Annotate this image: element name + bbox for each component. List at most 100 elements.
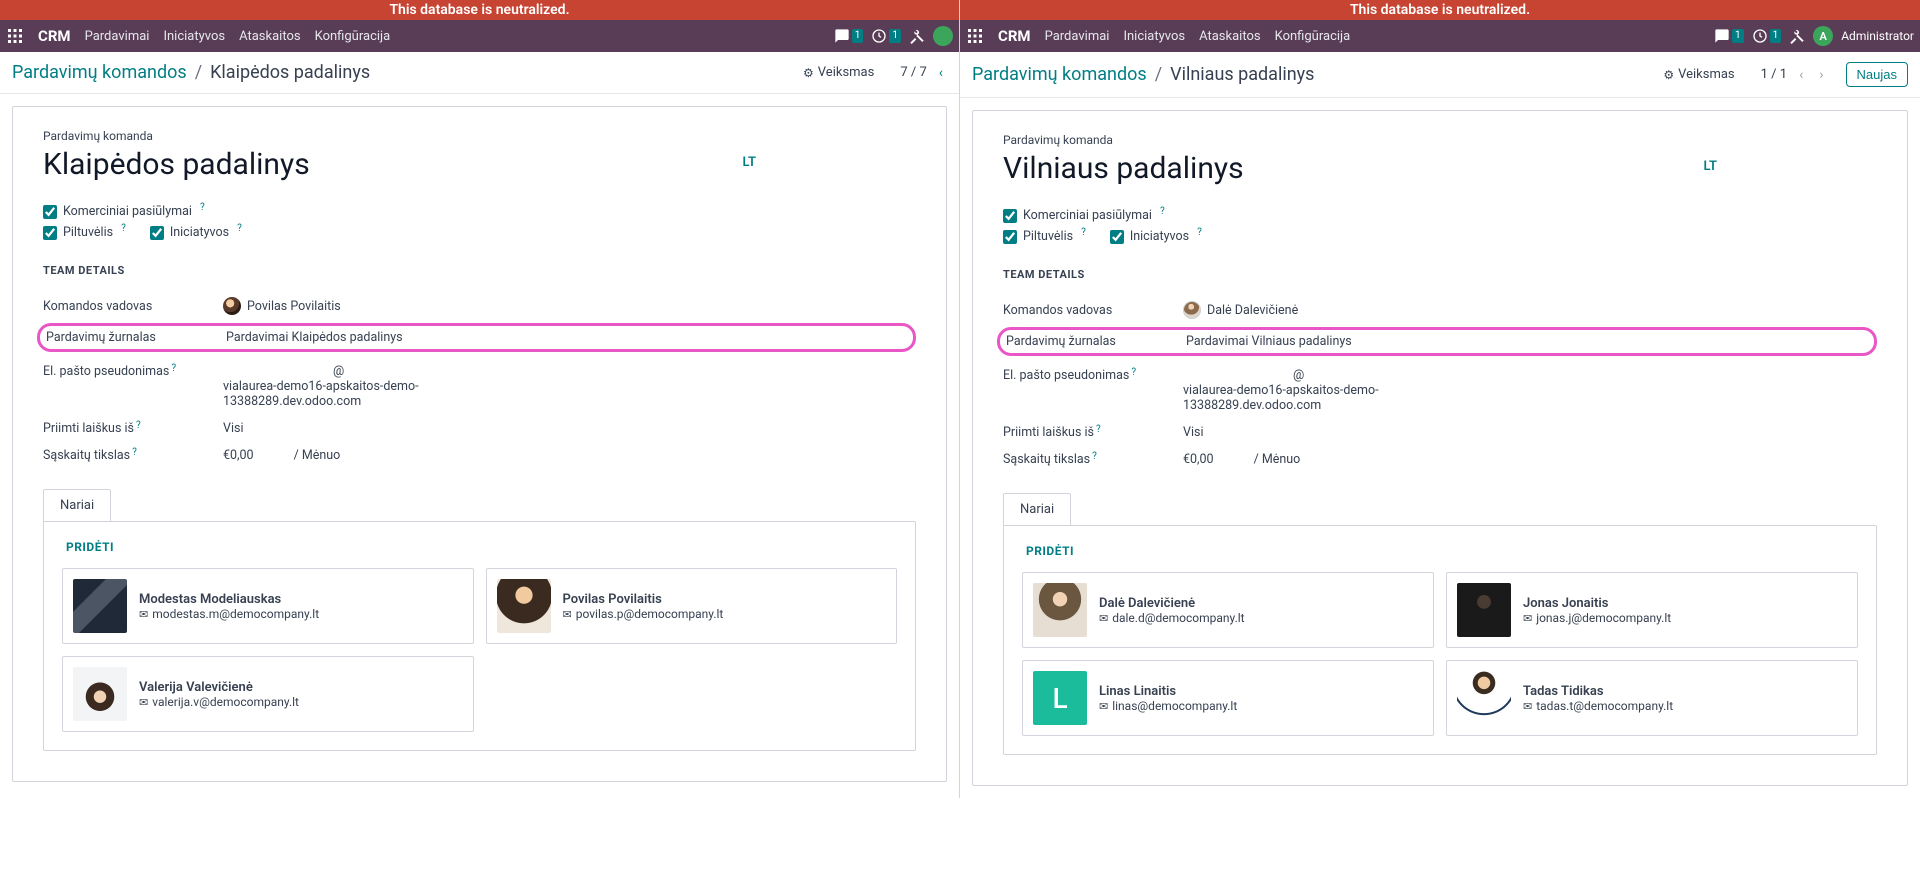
help-icon[interactable]: ? — [1131, 367, 1136, 378]
nav-reports[interactable]: Ataskaitos — [1199, 29, 1260, 44]
language-badge[interactable]: LT — [1703, 159, 1717, 174]
value-invoice-target[interactable]: €0,00 — [223, 448, 254, 463]
mail-icon — [1099, 699, 1108, 713]
pager-prev-icon[interactable]: ‹ — [1795, 67, 1807, 83]
help-icon[interactable]: ? — [1092, 451, 1097, 462]
activity-badge: 1 — [889, 29, 901, 43]
member-email: linas@democompany.lt — [1099, 699, 1237, 713]
activity-icon[interactable]: 1 — [1752, 28, 1782, 44]
help-icon[interactable]: ? — [136, 420, 141, 431]
nav-leads[interactable]: Iniciatyvos — [163, 29, 225, 44]
checkbox-offers[interactable]: Komerciniai pasiūlymai? — [1003, 208, 1165, 223]
app-brand[interactable]: CRM — [38, 27, 71, 45]
email-at: @ — [1293, 368, 1304, 383]
action-dropdown[interactable]: ⚙Veiksmas — [803, 65, 874, 80]
checkbox-funnel[interactable]: Piltuvėlis? — [1003, 229, 1086, 244]
page-title[interactable]: Vilniaus padalinys — [1003, 151, 1877, 186]
user-name[interactable]: Administrator — [1841, 29, 1914, 43]
form-card: LT Pardavimų komanda Klaipėdos padalinys… — [12, 106, 947, 782]
value-journal[interactable]: Pardavimai Klaipėdos padalinys — [226, 330, 403, 345]
label-invoice-target: Sąskaitų tikslas? — [43, 448, 223, 463]
highlight-journal: Pardavimų žurnalas Pardavimai Vilniaus p… — [997, 327, 1877, 356]
breadcrumb-current: Klaipėdos padalinys — [210, 62, 370, 83]
checkbox-leads[interactable]: Iniciatyvos? — [1110, 229, 1202, 244]
help-icon[interactable]: ? — [132, 447, 137, 458]
page-title[interactable]: Klaipėdos padalinys — [43, 147, 916, 182]
checkbox-leads[interactable]: Iniciatyvos? — [150, 225, 242, 240]
value-invoice-target[interactable]: €0,00 — [1183, 452, 1214, 467]
member-card[interactable]: Modestas Modeliauskasmodestas.m@democomp… — [62, 568, 474, 644]
checkbox-offers[interactable]: Komerciniai pasiūlymai? — [43, 204, 205, 219]
member-avatar — [73, 667, 127, 721]
user-avatar-partial[interactable] — [933, 26, 953, 46]
value-leader[interactable]: Povilas Povilaitis — [223, 297, 341, 315]
value-accept-mail[interactable]: Visi — [223, 421, 244, 436]
add-member-button[interactable]: PRIDĖTI — [66, 540, 897, 554]
help-icon[interactable]: ? — [1160, 206, 1165, 217]
chat-icon[interactable]: 1 — [834, 28, 864, 44]
email-domain: vialaurea-demo16-apskaitos-demo-13388289… — [223, 379, 463, 409]
value-leader[interactable]: Dalė Dalevičienė — [1183, 301, 1298, 319]
topbar: CRM Pardavimai Iniciatyvos Ataskaitos Ko… — [0, 20, 959, 52]
help-icon[interactable]: ? — [1081, 227, 1086, 238]
member-card[interactable]: Dalė Dalevičienėdale.d@democompany.lt — [1022, 572, 1434, 648]
breadcrumb-root[interactable]: Pardavimų komandos — [972, 64, 1147, 85]
breadcrumb-root[interactable]: Pardavimų komandos — [12, 62, 187, 83]
email-domain: vialaurea-demo16-apskaitos-demo-13388289… — [1183, 383, 1423, 413]
value-journal[interactable]: Pardavimai Vilniaus padalinys — [1186, 334, 1352, 349]
member-avatar: L — [1033, 671, 1087, 725]
gear-icon: ⚙ — [803, 66, 814, 80]
help-icon[interactable]: ? — [1096, 424, 1101, 435]
new-button[interactable]: Naujas — [1846, 62, 1908, 87]
mail-icon — [1523, 699, 1532, 713]
nav-reports[interactable]: Ataskaitos — [239, 29, 300, 44]
nav-config[interactable]: Konfigūracija — [1275, 29, 1351, 44]
help-icon[interactable]: ? — [200, 202, 205, 213]
help-icon[interactable]: ? — [1197, 227, 1202, 238]
nav-sales[interactable]: Pardavimai — [85, 29, 150, 44]
checkbox-funnel[interactable]: Piltuvėlis? — [43, 225, 126, 240]
help-icon[interactable]: ? — [171, 363, 176, 374]
label-accept-mail: Priimti laiškus iš? — [1003, 425, 1183, 440]
member-email: tadas.t@democompany.lt — [1523, 699, 1673, 713]
highlight-journal: Pardavimų žurnalas Pardavimai Klaipėdos … — [37, 323, 916, 352]
help-icon[interactable]: ? — [237, 223, 242, 234]
nav-leads[interactable]: Iniciatyvos — [1123, 29, 1185, 44]
help-icon[interactable]: ? — [121, 223, 126, 234]
app-brand[interactable]: CRM — [998, 27, 1031, 45]
member-card[interactable]: Tadas Tidikastadas.t@democompany.lt — [1446, 660, 1858, 736]
member-avatar — [73, 579, 127, 633]
pager-next-icon[interactable]: › — [1815, 67, 1827, 83]
member-avatar — [1457, 671, 1511, 725]
member-email: dale.d@democompany.lt — [1099, 611, 1245, 625]
action-dropdown[interactable]: ⚙Veiksmas — [1663, 67, 1734, 82]
label-per-month: / Mėnuo — [294, 448, 341, 463]
member-card[interactable]: L Linas Linaitislinas@democompany.lt — [1022, 660, 1434, 736]
value-accept-mail[interactable]: Visi — [1183, 425, 1204, 440]
apps-menu-icon[interactable] — [966, 27, 984, 45]
chat-icon[interactable]: 1 — [1714, 28, 1744, 44]
tools-icon[interactable] — [1789, 28, 1805, 44]
member-avatar — [497, 579, 551, 633]
tab-members[interactable]: Nariai — [1003, 493, 1071, 525]
tab-members[interactable]: Nariai — [43, 489, 111, 521]
label-email-alias: El. pašto pseudonimas? — [1003, 368, 1183, 383]
member-card[interactable]: Povilas Povilaitispovilas.p@democompany.… — [486, 568, 898, 644]
activity-icon[interactable]: 1 — [871, 28, 901, 44]
label-journal: Pardavimų žurnalas — [1006, 334, 1186, 349]
apps-menu-icon[interactable] — [6, 27, 24, 45]
activity-badge: 1 — [1770, 29, 1782, 43]
member-card[interactable]: Jonas Jonaitisjonas.j@democompany.lt — [1446, 572, 1858, 648]
add-member-button[interactable]: PRIDĖTI — [1026, 544, 1858, 558]
gear-icon: ⚙ — [1663, 68, 1674, 82]
language-badge[interactable]: LT — [742, 155, 756, 170]
pager-prev-icon[interactable]: ‹ — [935, 65, 947, 81]
nav-sales[interactable]: Pardavimai — [1045, 29, 1110, 44]
tools-icon[interactable] — [909, 28, 925, 44]
member-name: Linas Linaitis — [1099, 684, 1237, 699]
nav-config[interactable]: Konfigūracija — [315, 29, 391, 44]
mail-icon — [139, 607, 148, 621]
mail-icon — [1099, 611, 1108, 625]
user-avatar[interactable]: A — [1813, 26, 1833, 46]
member-card[interactable]: Valerija Valevičienėvalerija.v@democompa… — [62, 656, 474, 732]
